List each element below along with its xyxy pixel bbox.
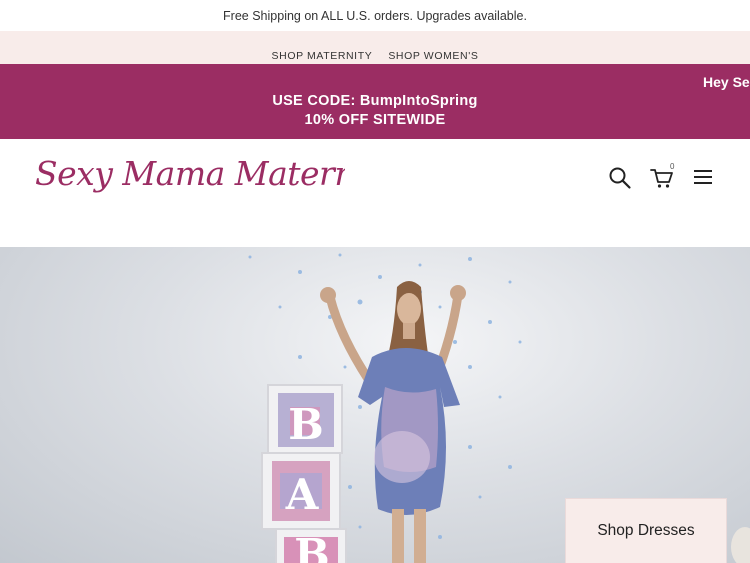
menu-icon[interactable] <box>692 168 714 186</box>
site-logo[interactable]: Sexy Mama Maternity <box>33 145 397 212</box>
site-header: Sexy Mama Maternity 0 <box>0 139 750 247</box>
search-icon[interactable] <box>608 166 632 190</box>
promo-discount-line: 10% OFF SITEWIDE <box>304 112 446 128</box>
promo-text: USE CODE: BumpIntoSpring 10% OFF SITEWID… <box>0 92 750 130</box>
shop-dresses-button[interactable]: Shop Dresses <box>566 499 726 563</box>
block-letter-b2: B <box>294 530 330 563</box>
block-letter-a: A <box>285 470 320 519</box>
shipping-text: Free Shipping on ALL U.S. orders. Upgrad… <box>223 8 527 23</box>
shipping-announcement: Free Shipping on ALL U.S. orders. Upgrad… <box>0 0 750 31</box>
shop-maternity-link[interactable]: SHOP MATERNITY <box>272 50 373 62</box>
promo-marquee: Hey Sex <box>703 74 750 90</box>
shop-womens-link[interactable]: SHOP WOMEN'S <box>388 50 478 62</box>
block-letter-b: B <box>288 400 324 449</box>
logo-script: Sexy Mama Maternity <box>35 154 397 193</box>
promo-banner: USE CODE: BumpIntoSpring 10% OFF SITEWID… <box>0 64 750 139</box>
promo-code-line: USE CODE: BumpIntoSpring <box>272 93 478 109</box>
cart-count: 0 <box>670 162 675 171</box>
logo-text: Sexy Mama Maternity <box>35 154 345 193</box>
shop-nav: SHOP MATERNITY SHOP WOMEN'S <box>0 31 750 64</box>
cart-icon[interactable]: 0 <box>649 162 679 190</box>
